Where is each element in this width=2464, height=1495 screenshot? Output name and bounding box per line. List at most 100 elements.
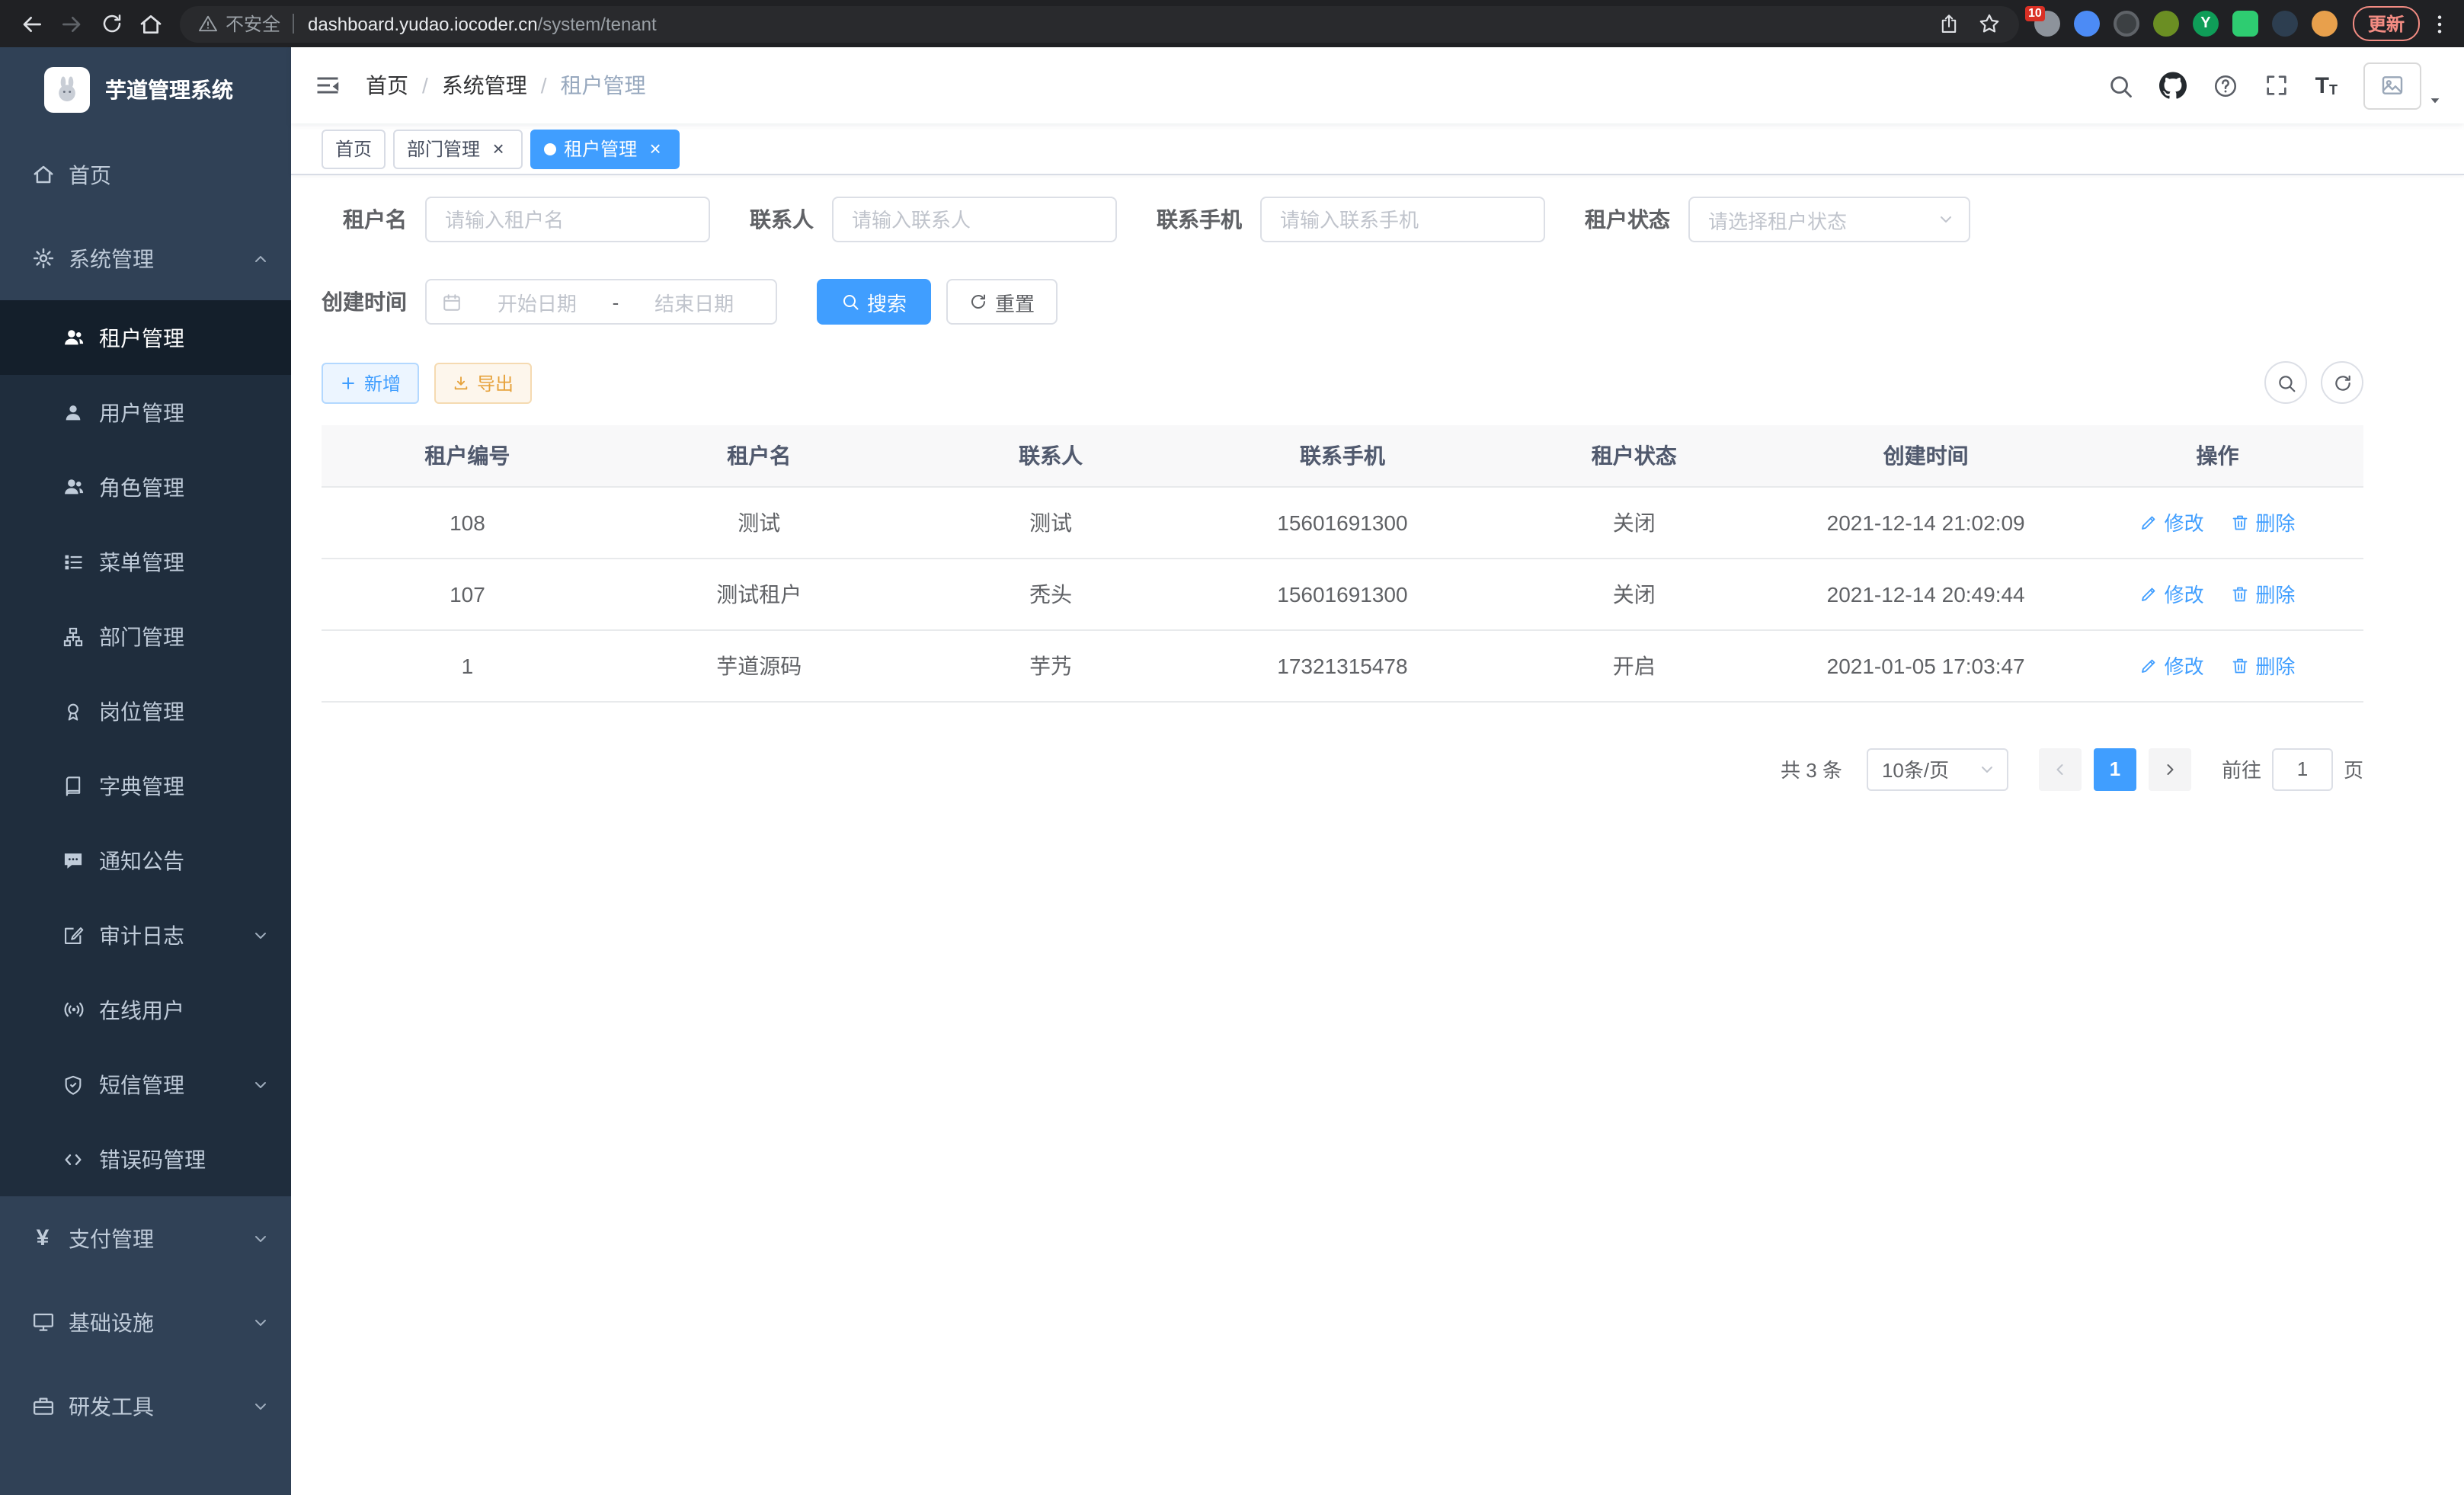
tab-home[interactable]: 首页: [322, 129, 386, 168]
refresh-table-button[interactable]: [2321, 361, 2363, 404]
extension-icon-2[interactable]: [2074, 11, 2100, 37]
contact-input[interactable]: [832, 197, 1117, 242]
sidebar-item-post-management[interactable]: 岗位管理: [0, 674, 291, 748]
app-title: 芋道管理系统: [105, 75, 233, 105]
font-size-icon[interactable]: TT: [2315, 74, 2338, 97]
navbar-actions: TT: [2108, 62, 2464, 109]
extension-icon-4[interactable]: [2153, 11, 2179, 37]
logo-avatar: [44, 67, 90, 113]
column-actions: 操作: [2072, 425, 2363, 486]
edit-document-icon: [61, 924, 85, 946]
extension-icon-7[interactable]: [2272, 11, 2298, 37]
book-icon: [61, 775, 85, 796]
extension-icon-3[interactable]: [2114, 11, 2139, 37]
sidebar-item-pay-management[interactable]: ¥ 支付管理: [0, 1196, 291, 1280]
edit-button[interactable]: 修改: [2140, 507, 2204, 536]
chevron-down-icon: [1937, 210, 1955, 229]
yen-icon: ¥: [30, 1227, 55, 1250]
date-start-placeholder[interactable]: 开始日期: [471, 287, 603, 316]
cell-created: 2021-12-14 20:49:44: [1780, 558, 2072, 629]
browser-update-button[interactable]: 更新: [2353, 6, 2420, 41]
delete-button[interactable]: 删除: [2231, 507, 2295, 536]
extension-icon-1[interactable]: 10: [2034, 11, 2060, 37]
sidebar-item-dev-tools[interactable]: 研发工具: [0, 1364, 291, 1448]
github-icon[interactable]: [2160, 72, 2187, 99]
browser-reload-button[interactable]: [91, 4, 131, 43]
page-content: 租户名 联系人 联系手机 租户状态 请选择租户状态: [291, 175, 2464, 1495]
header-search-icon[interactable]: [2108, 72, 2134, 98]
edit-button[interactable]: 修改: [2140, 651, 2204, 680]
add-button[interactable]: 新增: [322, 362, 419, 403]
date-end-placeholder[interactable]: 结束日期: [628, 287, 760, 316]
sidebar-item-dept-management[interactable]: 部门管理: [0, 599, 291, 674]
breadcrumb-item-system[interactable]: 系统管理: [442, 70, 527, 101]
share-icon[interactable]: [1938, 13, 1960, 34]
sidebar-item-sms-management[interactable]: 短信管理: [0, 1047, 291, 1122]
security-warning-icon[interactable]: [198, 14, 218, 34]
sidebar-item-online-users[interactable]: 在线用户: [0, 972, 291, 1047]
breadcrumb-item-current: 租户管理: [561, 70, 646, 101]
sidebar-item-notice[interactable]: 通知公告: [0, 823, 291, 898]
cell-contact: 测试: [905, 486, 1197, 558]
goto-label: 前往: [2222, 754, 2261, 783]
gear-icon: [30, 247, 55, 270]
tab-tenant-management[interactable]: 租户管理 ×: [530, 129, 680, 168]
delete-button[interactable]: 删除: [2231, 651, 2295, 680]
delete-button[interactable]: 删除: [2231, 579, 2295, 608]
help-icon[interactable]: [2213, 72, 2239, 98]
address-bar[interactable]: 不安全 dashboard.yudao.iocoder.cn/system/te…: [180, 5, 2019, 42]
chevron-down-icon: [251, 1229, 270, 1247]
tenant-name-input[interactable]: [425, 197, 710, 242]
toggle-search-button[interactable]: [2264, 361, 2307, 404]
sidebar-item-menu-management[interactable]: 菜单管理: [0, 524, 291, 599]
tenant-table: 租户编号 租户名 联系人 联系手机 租户状态 创建时间 操作 108 测试: [322, 425, 2363, 702]
bookmark-star-icon[interactable]: [1978, 12, 2001, 35]
pagination-total: 共 3 条: [1781, 754, 1842, 783]
cell-status: 开启: [1488, 629, 1780, 701]
extension-icon-6[interactable]: [2232, 11, 2258, 37]
goto-page-input[interactable]: [2272, 748, 2333, 790]
next-page-button[interactable]: [2149, 748, 2191, 790]
close-icon[interactable]: ×: [645, 138, 666, 159]
sidebar-item-error-code-management[interactable]: 错误码管理: [0, 1122, 291, 1196]
browser-menu-icon[interactable]: [2427, 11, 2452, 36]
create-time-range-picker[interactable]: 开始日期 - 结束日期: [425, 279, 777, 325]
fullscreen-icon[interactable]: [2265, 73, 2290, 98]
reset-button[interactable]: 重置: [946, 279, 1058, 325]
sidebar-item-role-management[interactable]: 角色管理: [0, 450, 291, 524]
app-logo[interactable]: 芋道管理系统: [0, 47, 291, 133]
status-select[interactable]: 请选择租户状态: [1688, 197, 1970, 242]
extension-icon-5[interactable]: Y: [2193, 11, 2219, 37]
browser-home-button[interactable]: [131, 4, 171, 43]
url-host: dashboard.yudao.iocoder.cn: [308, 13, 538, 34]
sidebar-toggle-button[interactable]: [291, 47, 364, 123]
cell-contact: 秃头: [905, 558, 1197, 629]
sidebar-item-dict-management[interactable]: 字典管理: [0, 748, 291, 823]
close-icon[interactable]: ×: [488, 138, 509, 159]
browser-back-button[interactable]: [12, 4, 52, 43]
page-number-button[interactable]: 1: [2094, 748, 2136, 790]
security-label[interactable]: 不安全: [226, 11, 280, 37]
search-button[interactable]: 搜索: [817, 279, 931, 325]
sidebar-item-infrastructure[interactable]: 基础设施: [0, 1280, 291, 1364]
edit-button[interactable]: 修改: [2140, 579, 2204, 608]
sidebar-item-home[interactable]: 首页: [0, 133, 291, 216]
tab-dept-management[interactable]: 部门管理 ×: [393, 129, 523, 168]
users-icon: [61, 326, 85, 349]
column-status: 租户状态: [1488, 425, 1780, 486]
sidebar-item-tenant-management[interactable]: 租户管理: [0, 300, 291, 375]
breadcrumb-item-home[interactable]: 首页: [366, 70, 408, 101]
mobile-input[interactable]: [1260, 197, 1545, 242]
screen: 不安全 dashboard.yudao.iocoder.cn/system/te…: [0, 0, 2464, 1495]
sidebar-item-audit-log[interactable]: 审计日志: [0, 898, 291, 972]
user-avatar-menu[interactable]: [2363, 62, 2443, 109]
prev-page-button[interactable]: [2039, 748, 2082, 790]
extension-icon-8[interactable]: [2312, 11, 2338, 37]
sidebar-item-system-management[interactable]: 系统管理: [0, 216, 291, 300]
page-size-select[interactable]: 10条/页: [1867, 748, 2008, 790]
cell-tenant-id: 107: [322, 558, 613, 629]
sidebar-item-user-management[interactable]: 用户管理: [0, 375, 291, 450]
cell-status: 关闭: [1488, 486, 1780, 558]
export-button[interactable]: 导出: [434, 362, 532, 403]
browser-forward-button[interactable]: [52, 4, 91, 43]
